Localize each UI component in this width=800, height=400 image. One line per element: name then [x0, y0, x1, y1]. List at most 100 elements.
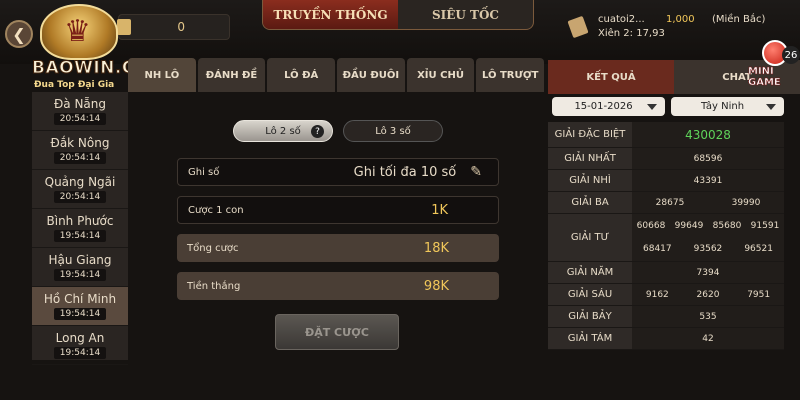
result-values: 430028 — [632, 122, 784, 147]
crown-logo-icon — [40, 4, 118, 60]
city-list: Đà Nẵng 20:54:14 Đắk Nông 20:54:14 Quảng N… — [32, 92, 128, 365]
result-number: 2620 — [696, 289, 720, 300]
result-number: 68417 — [643, 244, 672, 255]
user-name: cuatoi2... — [598, 14, 645, 25]
city-time: 20:54:14 — [53, 152, 107, 164]
result-row: GIẢI NHÌ 43391 — [548, 170, 784, 192]
result-prize-name: GIẢI TƯ — [548, 214, 632, 261]
city-item[interactable]: Hậu Giang 19:54:14 — [32, 248, 128, 287]
city-item[interactable]: Bình Phước 19:54:14 — [32, 209, 128, 248]
city-time: 19:54:14 — [53, 308, 107, 320]
city-name: Đắk Nông — [50, 136, 110, 150]
date-select[interactable]: 15-01-2026 — [552, 97, 665, 116]
result-number: 99649 — [674, 220, 704, 231]
tab-xiu-chu[interactable]: XỈU CHỦ — [406, 58, 475, 92]
result-row: GIẢI SÁU 9162 2620 7951 — [548, 284, 784, 306]
city-time: 19:54:14 — [53, 347, 107, 359]
tab-truyen-thong[interactable]: TRUYỀN THỐNG — [263, 0, 398, 29]
user-money: 1,000 — [666, 14, 695, 25]
result-number: 42 — [702, 333, 714, 344]
lo-sub-tabs: Lô 2 số ? Lô 3 số — [233, 120, 443, 142]
cuoc-value: 1K — [431, 202, 448, 218]
bet-type-tabs: NH LÔ ĐÁNH ĐỀ LÔ ĐÁ ĐẦU ĐUÔI XỈU CHỦ LÔ … — [128, 58, 546, 92]
help-icon[interactable]: ? — [311, 125, 324, 138]
number-input-field[interactable]: Ghi số Ghi tối đa 10 số ✎ — [177, 158, 499, 186]
result-number: 43391 — [693, 175, 723, 186]
city-item[interactable]: Đà Nẵng 20:54:14 — [32, 92, 128, 131]
tab-dau-duoi[interactable]: ĐẦU ĐUÔI — [337, 58, 405, 92]
caret-down-icon — [647, 103, 657, 110]
result-prize-name: GIẢI BẢY — [548, 306, 632, 327]
winnings-display: Tiền thắng 98K — [177, 272, 499, 300]
result-prize-name: GIẢI NĂM — [548, 262, 632, 283]
tab-lo-da[interactable]: LÔ ĐÁ — [267, 58, 336, 92]
ticket-icon — [567, 15, 589, 39]
back-button[interactable]: ❮ — [5, 20, 33, 48]
result-prize-name: GIẢI TÁM — [548, 328, 632, 349]
city-name: Hồ Chí Minh — [43, 292, 117, 306]
total-bet-display: Tổng cược 18K — [177, 234, 499, 262]
mode-tabs: TRUYỀN THỐNG SIÊU TỐC — [262, 0, 534, 30]
result-number: 93562 — [693, 244, 723, 255]
city-time: 19:54:14 — [53, 269, 107, 281]
city-name: Đà Nẵng — [53, 97, 107, 111]
result-number: 535 — [699, 311, 717, 322]
pencil-icon[interactable]: ✎ — [470, 164, 482, 180]
result-values: 9162 2620 7951 — [632, 284, 784, 305]
result-row: GIẢI BA 28675 39990 — [548, 192, 784, 214]
tab-label: Lô 3 số — [375, 125, 411, 137]
city-name: Hậu Giang — [48, 253, 112, 267]
mini-game-label: MINI GAME — [748, 66, 781, 89]
result-values: 68596 — [632, 148, 784, 169]
city-item[interactable]: Long An 19:54:14 — [32, 326, 128, 365]
balance-value: 0 — [177, 20, 185, 34]
user-region: (Miền Bắc) — [712, 14, 766, 25]
result-values: 28675 39990 — [632, 192, 784, 213]
tab-lo-3-so[interactable]: Lô 3 số — [343, 120, 443, 142]
result-number: 91591 — [750, 220, 780, 231]
mini-game-count: 26 — [782, 46, 800, 64]
result-prize-name: GIẢI SÁU — [548, 284, 632, 305]
result-prize-name: GIẢI ĐẶC BIỆT — [548, 122, 632, 147]
tab-lo-truot[interactable]: LÔ TRƯỢT — [476, 58, 545, 92]
result-number: 9162 — [645, 289, 669, 300]
caret-down-icon — [766, 103, 776, 110]
chevron-left-icon: ❮ — [12, 24, 26, 44]
city-item[interactable]: Quảng Ngãi 20:54:14 — [32, 170, 128, 209]
result-number: 28675 — [655, 197, 685, 208]
tong-cuoc-label: Tổng cược — [187, 242, 239, 254]
ghi-so-label: Ghi số — [188, 166, 220, 178]
tien-thang-label: Tiền thắng — [187, 280, 241, 292]
tong-cuoc-value: 18K — [423, 240, 449, 256]
city-item-selected[interactable]: Hồ Chí Minh 19:54:14 — [32, 287, 128, 326]
tab-sieu-toc[interactable]: SIÊU TỐC — [398, 0, 533, 29]
city-item[interactable]: Đắk Nông 20:54:14 — [32, 131, 128, 170]
result-values: 7394 — [632, 262, 784, 283]
result-row: GIẢI BẢY 535 — [548, 306, 784, 328]
place-bet-button[interactable]: ĐẶT CƯỢC — [275, 314, 399, 350]
mini-game-button[interactable]: 26 MINI GAME — [748, 36, 800, 88]
result-row: GIẢI TƯ 60668 99649 85680 91591 68417 93562 965… — [548, 214, 784, 262]
city-name: Bình Phước — [46, 214, 114, 228]
tab-ket-qua[interactable]: KẾT QUẢ — [548, 60, 674, 94]
result-row: GIẢI ĐẶC BIỆT 430028 — [548, 122, 784, 148]
province-select[interactable]: Tây Ninh — [671, 97, 784, 116]
stake-input-field[interactable]: Cược 1 con 1K — [177, 196, 499, 224]
result-number: 85680 — [712, 220, 742, 231]
ghi-so-placeholder: Ghi tối đa 10 số — [353, 164, 457, 180]
result-values: 60668 99649 85680 91591 68417 93562 96521 — [632, 214, 784, 261]
city-time: 20:54:14 — [53, 113, 107, 125]
tab-danh-de[interactable]: ĐÁNH ĐỀ — [197, 58, 266, 92]
tab-label: Lô 2 số — [265, 125, 301, 137]
cuoc-label: Cược 1 con — [188, 204, 244, 216]
tab-lo-2-so[interactable]: Lô 2 số ? — [233, 120, 333, 142]
logo-subtitle: Đua Top Đại Gia — [34, 80, 115, 90]
result-number: 7394 — [696, 267, 720, 278]
bet-form: Lô 2 số ? Lô 3 số Ghi số Ghi tối đa 10 s… — [163, 104, 509, 364]
result-values: 43391 — [632, 170, 784, 191]
result-values: 42 — [632, 328, 784, 349]
tab-danh-lo[interactable]: NH LÔ — [128, 58, 196, 92]
user-xien: Xiên 2: 17,93 — [598, 28, 665, 39]
result-row: GIẢI NĂM 7394 — [548, 262, 784, 284]
result-prize-name: GIẢI BA — [548, 192, 632, 213]
